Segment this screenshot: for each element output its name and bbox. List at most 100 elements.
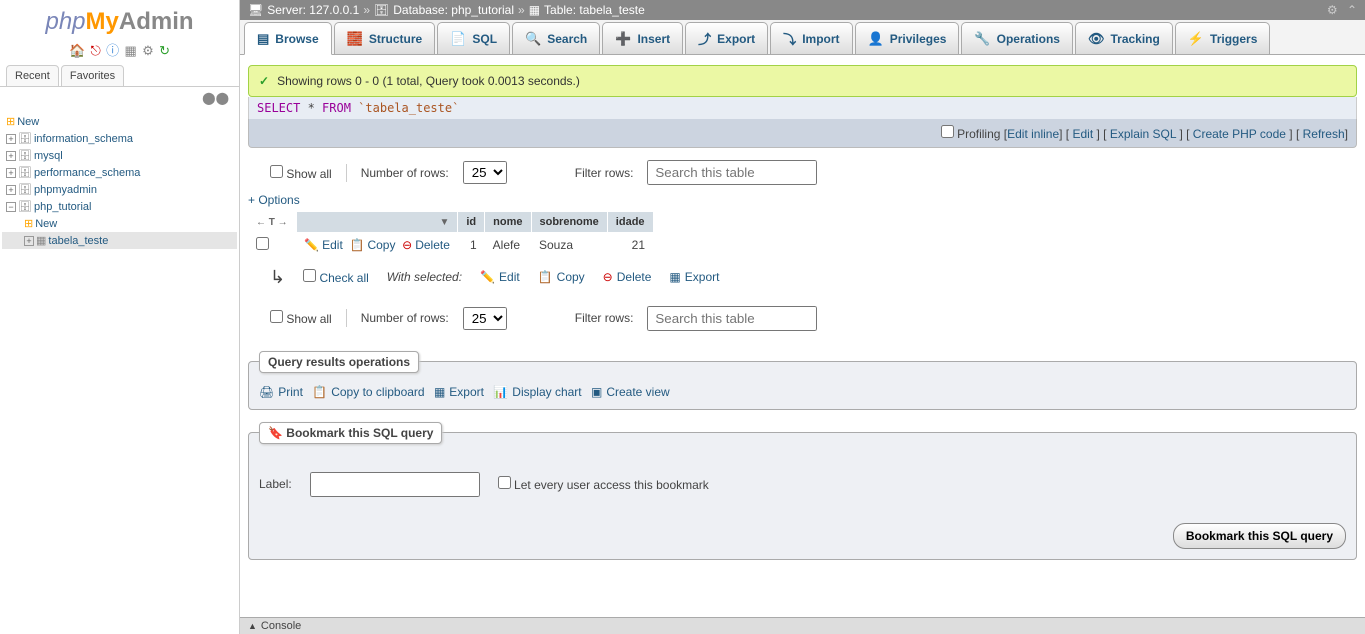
bc-database[interactable]: php_tutorial: [451, 3, 514, 17]
filter-input-bottom[interactable]: [647, 306, 817, 331]
col-sobrenome[interactable]: sobrenome: [531, 212, 607, 233]
insert-icon: ➕: [615, 31, 631, 47]
db-label: performance_schema: [34, 167, 140, 179]
bulk-delete[interactable]: ⊖Delete: [603, 270, 652, 284]
logo[interactable]: phpMyAdmin: [0, 0, 239, 38]
query-action-bar: Profiling [Edit inline] [ Edit ] [ Expla…: [248, 119, 1357, 148]
bc-server-label: Server:: [267, 3, 306, 17]
bookmark-public-checkbox[interactable]: [498, 476, 511, 489]
home-icon[interactable]: 🏠: [69, 43, 85, 58]
bulk-copy[interactable]: 📋Copy: [538, 270, 585, 284]
delete-icon: ⊖: [402, 238, 412, 252]
filter-input[interactable]: [647, 160, 817, 185]
tab-export[interactable]: ⤴Export: [685, 22, 768, 54]
bulk-export[interactable]: ▦Export: [669, 270, 719, 284]
refresh-link[interactable]: Refresh: [1303, 127, 1345, 141]
tree-db-information-schema[interactable]: +🗄information_schema: [2, 130, 237, 147]
tab-operations[interactable]: 🔧Operations: [961, 22, 1073, 54]
profiling-checkbox[interactable]: [941, 125, 954, 138]
table-label: tabela_teste: [48, 235, 108, 247]
display-chart-link[interactable]: 📊Display chart: [493, 385, 581, 399]
tree-db-mysql[interactable]: +🗄mysql: [2, 147, 237, 164]
tab-sql[interactable]: 📄SQL: [437, 22, 510, 54]
tab-label: Insert: [637, 32, 670, 46]
row-edit[interactable]: ✏️Edit: [304, 238, 343, 252]
bulk-edit[interactable]: ✏️Edit: [480, 270, 520, 284]
settings-icon[interactable]: ⚙: [142, 43, 154, 58]
tab-recent[interactable]: Recent: [6, 65, 59, 87]
table-row[interactable]: ✏️Edit 📋Copy ⊖Delete 1 Alefe Souza 21: [248, 233, 653, 257]
tree-db-performance-schema[interactable]: +🗄performance_schema: [2, 164, 237, 181]
check-all-checkbox[interactable]: [303, 269, 316, 282]
cell-nome: Alefe: [485, 233, 531, 257]
tree-db-new-table[interactable]: ⊞New: [2, 215, 237, 232]
tree-db-php-tutorial[interactable]: −🗄php_tutorial: [2, 198, 237, 215]
info-icon[interactable]: ⓘ: [106, 43, 119, 58]
row-checkbox[interactable]: [256, 237, 269, 250]
bookmark-button[interactable]: Bookmark this SQL query: [1173, 523, 1346, 549]
create-view-link[interactable]: ▣Create view: [591, 385, 670, 399]
bookmark-label-input[interactable]: [310, 472, 480, 497]
bc-table-label: Table:: [544, 3, 576, 17]
explain-link[interactable]: Explain SQL: [1110, 127, 1176, 141]
expand-icon[interactable]: +: [6, 168, 16, 178]
sort-toggle[interactable]: ▼: [439, 217, 449, 228]
num-rows-select[interactable]: 25: [463, 161, 507, 184]
collapse-panel-icon[interactable]: ⌃: [1347, 3, 1357, 17]
bc-server[interactable]: 127.0.0.1: [309, 3, 359, 17]
filter-rows-label: Filter rows:: [575, 166, 634, 180]
pencil-icon: ✏️: [304, 238, 319, 252]
chart-icon: 📊: [493, 385, 508, 399]
tab-privileges[interactable]: 👤Privileges: [855, 22, 960, 54]
tab-insert[interactable]: ➕ Insert: [602, 22, 683, 54]
bc-table[interactable]: tabela_teste: [579, 3, 644, 17]
console-bar[interactable]: ▲ Console: [240, 617, 1365, 634]
db-label: information_schema: [34, 133, 133, 145]
tab-favorites[interactable]: Favorites: [61, 65, 124, 87]
gear-icon[interactable]: ⚙: [1327, 3, 1338, 17]
logo-php: php: [45, 8, 85, 35]
num-rows-label: Number of rows:: [361, 166, 449, 180]
col-id[interactable]: id: [458, 212, 485, 233]
console-label: Console: [261, 620, 301, 632]
show-all-checkbox-bottom[interactable]: [270, 310, 283, 323]
col-nome[interactable]: nome: [485, 212, 531, 233]
exit-icon[interactable]: ⎋: [90, 43, 100, 58]
tab-tracking[interactable]: 👁Tracking: [1075, 22, 1173, 54]
show-all-label: Show all: [286, 312, 331, 326]
tab-browse[interactable]: ▤Browse: [244, 22, 332, 55]
tab-triggers[interactable]: ⚡Triggers: [1175, 22, 1271, 54]
expand-icon[interactable]: +: [24, 236, 34, 246]
num-rows-select-bottom[interactable]: 25: [463, 307, 507, 330]
row-delete[interactable]: ⊖Delete: [402, 238, 450, 252]
tree-new[interactable]: ⊞New: [2, 113, 237, 130]
edit-link[interactable]: Edit: [1072, 127, 1093, 141]
sql-icon[interactable]: ▦: [124, 43, 136, 58]
expand-icon[interactable]: +: [6, 185, 16, 195]
tab-structure[interactable]: 🧱Structure: [334, 22, 436, 54]
copy-clipboard-link[interactable]: 📋Copy to clipboard: [312, 385, 424, 399]
link-icon[interactable]: ⬤⬤: [202, 91, 229, 105]
col-idade[interactable]: idade: [607, 212, 653, 233]
show-all-checkbox[interactable]: [270, 165, 283, 178]
tree-db-phpmyadmin[interactable]: +🗄phpmyadmin: [2, 181, 237, 198]
export-link[interactable]: ▦Export: [434, 385, 484, 399]
check-all-label[interactable]: Check all: [319, 271, 368, 285]
table-icon: ▦: [36, 235, 46, 247]
edit-inline-link[interactable]: Edit inline: [1007, 127, 1059, 141]
expand-icon[interactable]: +: [6, 151, 16, 161]
expand-icon[interactable]: +: [6, 134, 16, 144]
print-link[interactable]: 🖨Print: [259, 385, 303, 399]
tab-search[interactable]: 🔍Search: [512, 22, 600, 54]
tree-table-tabela-teste[interactable]: +▦tabela_teste: [2, 232, 237, 249]
tree-new-label: New: [35, 218, 57, 230]
sort-controls[interactable]: ← T →: [256, 217, 288, 228]
reload-icon[interactable]: ↻: [159, 43, 170, 58]
tab-import[interactable]: ⤵Import: [770, 22, 852, 54]
cell-id: 1: [458, 233, 485, 257]
options-link[interactable]: + Options: [248, 193, 300, 207]
row-copy[interactable]: 📋Copy: [349, 238, 395, 252]
tab-label: Operations: [997, 32, 1060, 46]
create-php-link[interactable]: Create PHP code: [1193, 127, 1286, 141]
collapse-icon[interactable]: −: [6, 202, 16, 212]
